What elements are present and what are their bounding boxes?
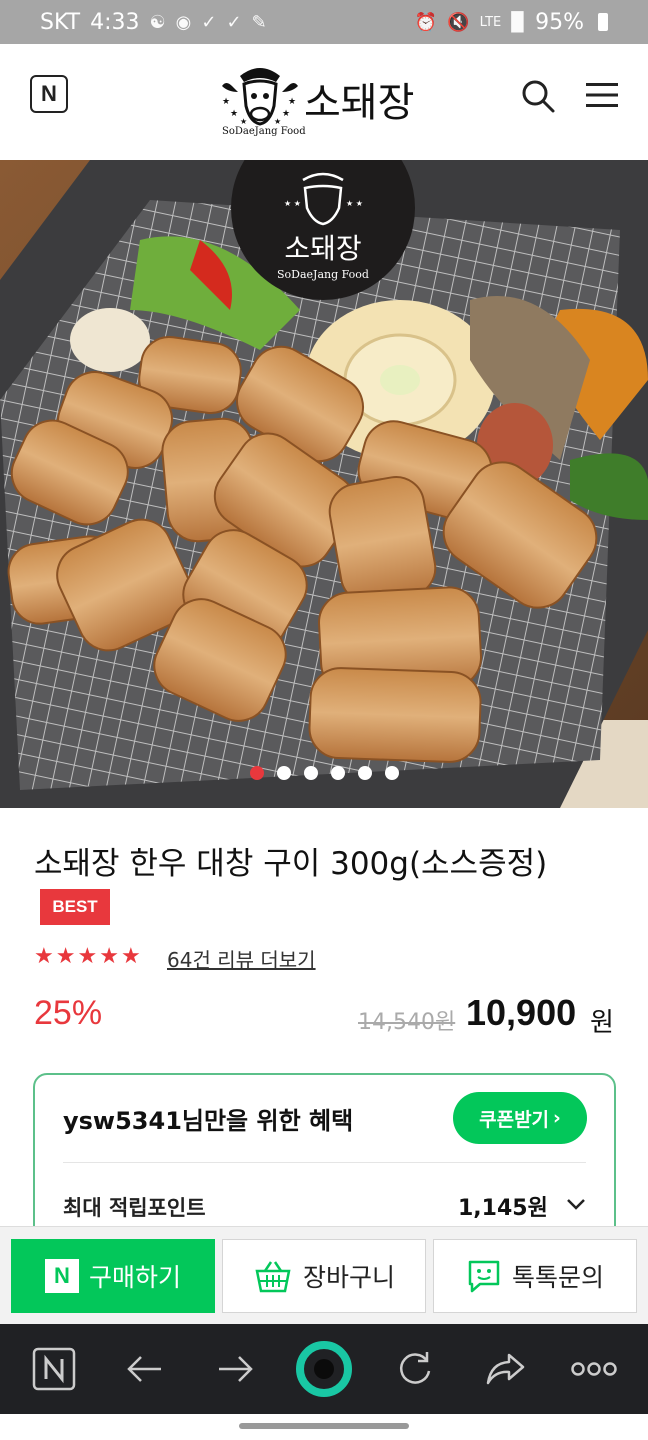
status-bar: SKT 4:33 ☯ ◉ ✓ ✓ ✎ ⏰ 🔇 LTE ▉ 95% [0, 0, 648, 44]
purchase-action-bar: N 구매하기 장바구니 톡톡문의 [0, 1226, 648, 1324]
rating-stars: ★ ★ ★ ★ ★ [34, 944, 141, 969]
time-label: 4:33 [90, 9, 140, 35]
brand-subtitle: SoDaeJang Food [222, 126, 306, 137]
green-dot-button[interactable] [296, 1341, 352, 1397]
buy-button[interactable]: N 구매하기 [11, 1239, 215, 1313]
naver-home-button[interactable] [31, 1346, 77, 1392]
site-header: N ★ ★ ★ ★ ★ ★ 소돼장 SoDaeJang Food [0, 44, 648, 160]
carousel-dot[interactable] [276, 766, 291, 780]
battery-icon [598, 13, 608, 31]
browser-toolbar [0, 1324, 648, 1414]
arrow-left-icon [127, 1356, 161, 1382]
star-icon: ★ [120, 944, 141, 969]
brand-logo[interactable]: ★ ★ ★ ★ ★ ★ 소돼장 SoDaeJang Food [218, 62, 438, 142]
carousel-dot[interactable] [249, 766, 264, 780]
buy-button-label: 구매하기 [88, 1263, 181, 1292]
best-badge: BEST [40, 889, 110, 925]
cart-button[interactable]: 장바구니 [222, 1239, 426, 1313]
currency-unit: 원 [590, 1008, 614, 1038]
svg-text:★: ★ [240, 117, 247, 126]
star-icon: ★ [99, 944, 119, 969]
coupon-button-label: 쿠폰받기 [479, 1108, 550, 1131]
star-icon: ★ [55, 944, 76, 969]
forward-button[interactable] [212, 1346, 258, 1392]
talktalk-button[interactable]: 톡톡문의 [433, 1239, 637, 1313]
reviews-link[interactable]: 64건 리뷰 더보기 [167, 944, 316, 973]
alarm-icon: ⏰ [414, 11, 438, 33]
product-image-carousel[interactable]: ★ ★ ★ ★ 소돼장 SoDaeJang Food [0, 160, 648, 808]
home-indicator[interactable] [239, 1423, 409, 1429]
notification-icon: ✓ [201, 11, 217, 33]
chevron-right-icon: › [553, 1107, 561, 1129]
green-dot-icon [296, 1341, 352, 1397]
brand-name: 소돼장 [304, 80, 415, 126]
svg-text:★ ★: ★ ★ [284, 199, 301, 208]
notification-icon: ◉ [175, 11, 192, 33]
talktalk-button-label: 톡톡문의 [511, 1263, 604, 1292]
svg-text:★: ★ [282, 109, 290, 119]
back-button[interactable] [122, 1346, 168, 1392]
share-button[interactable] [482, 1346, 528, 1392]
star-icon: ★ [34, 944, 54, 969]
carousel-dot[interactable] [357, 766, 372, 780]
basket-icon [255, 1261, 291, 1293]
get-coupon-button[interactable]: 쿠폰받기 › [453, 1092, 587, 1144]
svg-text:★: ★ [274, 117, 281, 126]
product-photo: ★ ★ ★ ★ 소돼장 SoDaeJang Food [0, 160, 648, 808]
naver-home-icon [32, 1347, 76, 1391]
carousel-dot[interactable] [330, 766, 345, 780]
svg-text:★ ★: ★ ★ [346, 199, 363, 208]
carousel-dot[interactable] [384, 766, 399, 780]
cart-button-label: 장바구니 [302, 1263, 395, 1292]
share-icon [486, 1353, 525, 1385]
notification-icon: ☯ [149, 11, 166, 33]
signal-icon: ▉ [511, 11, 526, 33]
arrow-right-icon [219, 1356, 253, 1382]
product-title: 소돼장 한우 대창 구이 300g(소스증정) [34, 846, 548, 882]
naver-logo-button[interactable]: N [30, 75, 68, 113]
cow-logo-icon: ★★ ★★ ★ ★ [222, 68, 298, 126]
more-button[interactable] [571, 1346, 617, 1392]
carrier-label: SKT [40, 9, 81, 35]
divider [63, 1162, 586, 1163]
hero-brand-name: 소돼장 [284, 232, 361, 265]
search-icon[interactable] [520, 78, 556, 114]
chat-icon [468, 1260, 500, 1293]
mute-icon: 🔇 [447, 11, 470, 33]
carousel-dot[interactable] [303, 766, 318, 780]
refresh-button[interactable] [392, 1346, 438, 1392]
network-label: LTE [479, 14, 502, 30]
original-price: 14,540원 [358, 1010, 456, 1035]
benefit-title: ysw5341님만을 위한 혜택 [63, 1107, 354, 1135]
battery-label: 95% [535, 9, 584, 35]
notification-icon: ✎ [251, 11, 267, 33]
notification-icon: ✓ [226, 11, 242, 33]
star-icon: ★ [77, 944, 98, 969]
refresh-icon [400, 1352, 431, 1384]
sale-price: 10,900 [466, 992, 577, 1033]
points-value: 1,145원 [458, 1196, 548, 1221]
gesture-bar [0, 1414, 648, 1440]
naver-pay-icon: N [44, 1259, 79, 1293]
hero-brand-subtitle: SoDaeJang Food [277, 268, 369, 281]
hamburger-menu-icon[interactable] [586, 82, 618, 108]
more-icon [571, 1362, 617, 1376]
svg-text:★: ★ [230, 109, 238, 119]
chevron-down-icon[interactable] [565, 1193, 587, 1215]
points-label: 최대 적립포인트 [63, 1196, 206, 1220]
svg-text:★: ★ [222, 97, 230, 107]
svg-text:★: ★ [288, 97, 296, 107]
discount-rate: 25% [34, 994, 103, 1032]
carousel-indicator [0, 766, 648, 780]
